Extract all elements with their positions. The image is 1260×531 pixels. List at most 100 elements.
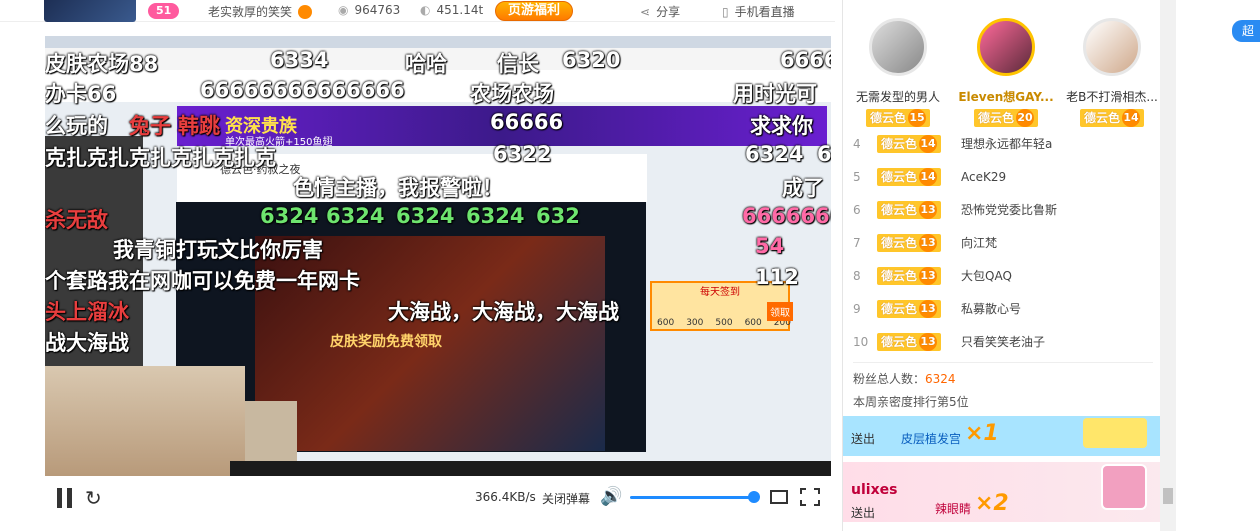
fan-name: 理想永远都年轻a — [961, 137, 1053, 151]
gift-value: 300 — [686, 318, 704, 328]
hot-count: 51 — [148, 3, 180, 19]
promo-label: 页游福利 — [495, 1, 574, 21]
danmaku-item: 用时光可 — [733, 82, 817, 106]
fan-name: 向江梵 — [961, 236, 998, 250]
fan-rank: 8 — [853, 268, 861, 283]
fan-badge-level: 14 — [919, 134, 938, 153]
volume-knob[interactable] — [748, 491, 760, 503]
fullscreen-icon[interactable] — [800, 488, 820, 506]
top-fan-2[interactable]: 无需发型的男人 德云色 15 — [843, 8, 953, 127]
fan-rank: 6 — [853, 202, 861, 217]
fan-badge-level: 14 — [919, 167, 938, 186]
danmaku-item: 6324 — [396, 204, 455, 228]
top3-fans: 无需发型的男人 德云色 15 Eleven想GAY... 德云色 20 老B不打滑相… — [843, 0, 1161, 128]
gift-count: ×1 — [965, 421, 999, 446]
gift-value: 500 — [715, 318, 733, 328]
room-info-bar: 51 老实敦厚的笑笑 ◉ 964763 ◐ 451.14t 页游福利 ⋖ 分享 … — [0, 0, 835, 22]
danmaku-item: 么玩的 — [45, 114, 108, 138]
fan-badge-tag: 德云色 — [881, 334, 918, 349]
volume-icon[interactable]: 🔊 — [600, 486, 622, 507]
mobile-watch-label: 手机看直播 — [734, 5, 795, 19]
danmaku-item: 哈哈 — [405, 52, 447, 76]
fan-row[interactable]: 5 德云色 14 AceK29 — [853, 160, 1153, 193]
danmaku-item: 色情主播，我报警啦！ — [293, 176, 503, 200]
danmaku-item: 6 — [817, 142, 831, 166]
fan-badge-level: 13 — [919, 299, 938, 318]
avatar — [869, 18, 927, 76]
top-fan-1[interactable]: Eleven想GAY... 德云色 20 — [951, 8, 1061, 127]
danmaku-item: 112 — [755, 265, 799, 289]
danmaku-item: 6324 — [326, 204, 385, 228]
fan-row[interactable]: 9 德云色 13 私募散心号 — [853, 292, 1153, 325]
danmaku-item: 韩跳 — [178, 114, 220, 138]
fan-rank: 5 — [853, 169, 861, 184]
scrollbar-thumb[interactable] — [1163, 488, 1173, 504]
fan-row[interactable]: 7 德云色 13 向江梵 — [853, 226, 1153, 259]
danmaku-item: 632 — [536, 204, 580, 228]
stream-gift-btn: 领取 — [767, 302, 793, 321]
danmaku-item: 6324 — [260, 204, 319, 228]
fan-name: 无需发型的男人 — [855, 90, 940, 104]
video-player[interactable]: 资深贵族 单次最高火箭+150鱼翅 德云色·药叔之夜 皮肤奖励免费领取 每天签到… — [45, 36, 831, 476]
fan-badge: 德云色 13 — [877, 233, 942, 252]
avatar — [1083, 18, 1141, 76]
gift-image-icon — [1083, 418, 1147, 448]
fish-ball-count: ◐ 451.14t — [420, 3, 483, 17]
fan-badge: 德云色 15 — [865, 109, 930, 127]
side-column — [1200, 0, 1260, 531]
avatar — [977, 18, 1035, 76]
fan-badge: 德云色 13 — [877, 200, 942, 219]
danmaku-item: 54 — [755, 234, 785, 258]
promo-button[interactable]: 页游福利 — [495, 1, 574, 21]
danmaku-item: 杀无敌 — [45, 208, 108, 232]
fan-name: 私募散心号 — [961, 302, 1022, 316]
fan-ranking-panel: 无需发型的男人 德云色 15 Eleven想GAY... 德云色 20 老B不打滑相… — [842, 0, 1161, 531]
gift-user: ulixes — [851, 482, 898, 498]
danmaku-item: 成了 — [782, 176, 824, 200]
fan-name: 大包QAQ — [961, 269, 1012, 283]
fan-row[interactable]: 10 德云色 13 只看笑笑老油子 — [853, 325, 1153, 358]
week-rank: 本周亲密度排行第5位 — [853, 395, 969, 409]
refresh-icon[interactable]: ↻ — [85, 486, 107, 510]
fan-name: 只看笑笑老油子 — [961, 335, 1046, 349]
danmaku-item: 6666666 — [742, 204, 831, 228]
danmaku-item: 6324 — [466, 204, 525, 228]
fan-badge: 德云色 13 — [877, 299, 942, 318]
fan-name: 恐怖党党委比鲁斯 — [961, 203, 1058, 217]
side-button[interactable]: 超 — [1232, 20, 1260, 42]
webcam-overlay — [45, 366, 245, 476]
danmaku-item: 6320 — [562, 48, 621, 72]
fan-row[interactable]: 8 德云色 13 大包QAQ — [853, 259, 1153, 292]
fan-badge-tag: 德云色 — [1083, 111, 1120, 125]
fan-row[interactable]: 6 德云色 13 恐怖党党委比鲁斯 — [853, 193, 1153, 226]
pause-button[interactable] — [57, 488, 73, 508]
fan-badge-tag: 德云色 — [881, 202, 918, 217]
fan-name: Eleven想GAY... — [958, 90, 1054, 104]
fan-row[interactable]: 4 德云色 14 理想永远都年轻a — [853, 127, 1153, 160]
streamer-avatar[interactable] — [44, 0, 136, 22]
top-fan-3[interactable]: 老B不打滑相杰... 德云色 14 — [1057, 8, 1167, 127]
share-label: 分享 — [656, 5, 681, 19]
fan-rank: 10 — [853, 334, 869, 349]
danmaku-item: 克扎克扎克扎克扎克扎克 — [45, 146, 276, 170]
fan-rank: 4 — [853, 136, 861, 151]
bitrate: 366.4KB/s — [475, 490, 536, 504]
danmaku-item: 大海战，大海战，大海战 — [388, 300, 619, 324]
hot-badge: 51 — [148, 3, 180, 19]
player-controls: ↻ 366.4KB/s 关闭弹幕 🔊 — [45, 476, 831, 520]
fan-badge-tag: 德云色 — [977, 111, 1014, 125]
eye-icon: ◉ — [338, 3, 349, 17]
mini-player-icon[interactable] — [770, 490, 788, 504]
fan-badge-level: 13 — [919, 332, 938, 351]
volume-slider[interactable] — [630, 496, 752, 499]
scrollbar[interactable] — [1160, 0, 1176, 531]
gift-value: 600 — [657, 318, 675, 328]
danmaku-item: 头上溜冰 — [45, 300, 129, 324]
fan-rank: 9 — [853, 301, 861, 316]
fan-badge-level: 14 — [1122, 109, 1140, 127]
danmaku-item: 6322 — [493, 142, 552, 166]
danmaku-off-button[interactable]: 关闭弹幕 — [542, 490, 590, 507]
chat-bubble-icon — [298, 4, 313, 19]
mobile-watch-button[interactable]: ▯ 手机看直播 — [722, 3, 795, 20]
share-button[interactable]: ⋖ 分享 — [640, 3, 680, 20]
